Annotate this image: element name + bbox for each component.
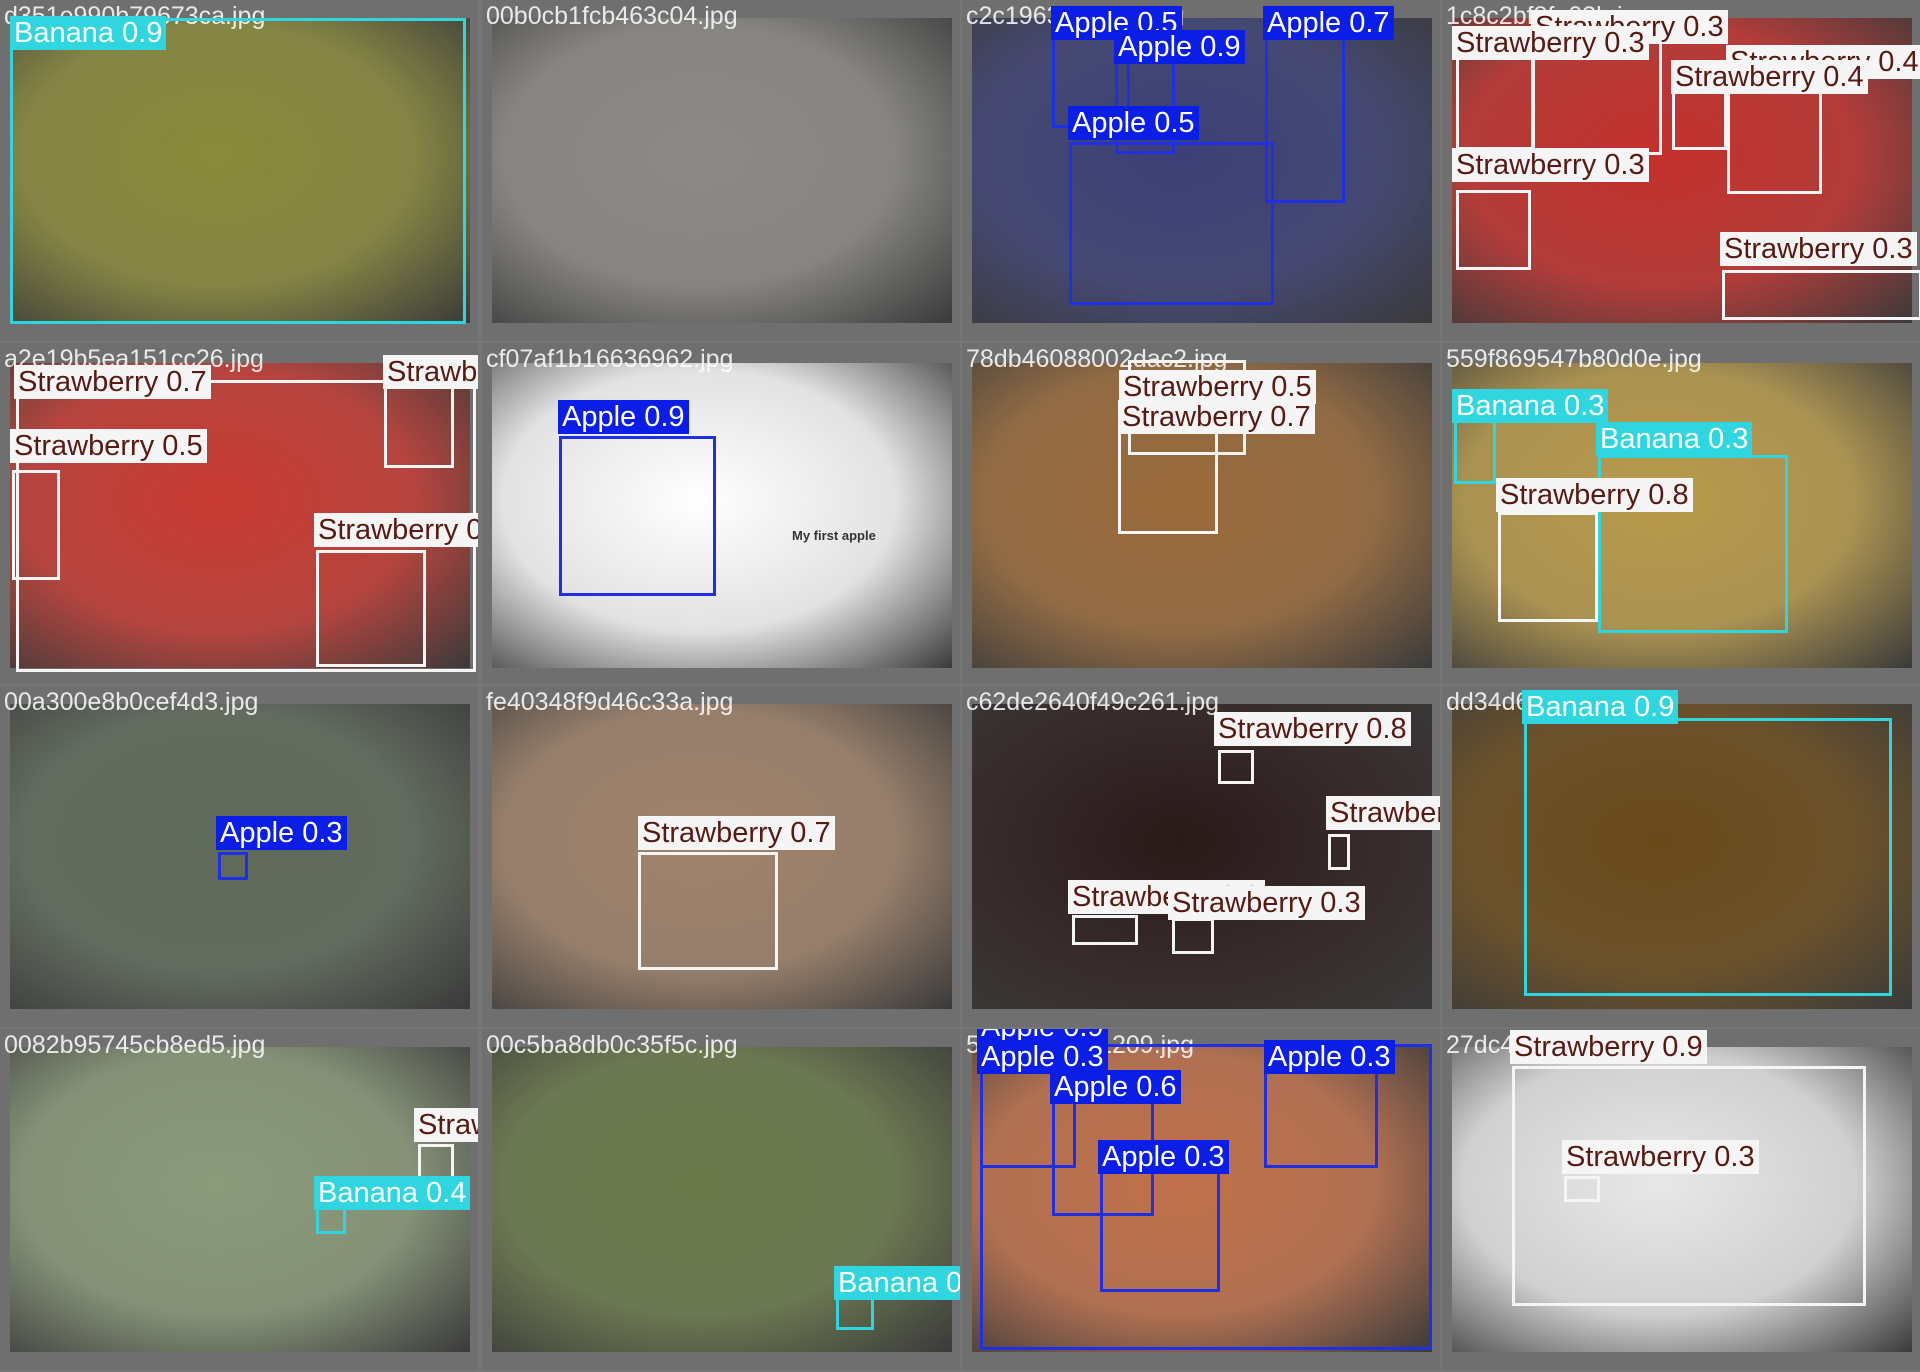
detection-label: Strawberry 0.3	[383, 355, 478, 389]
image-filename: cf07af1b16636962.jpg	[486, 345, 734, 373]
detection-box	[1524, 718, 1892, 996]
photo	[972, 704, 1432, 1009]
detection-label: Strawberry 0.7	[1118, 400, 1315, 434]
detection-box	[1072, 915, 1138, 945]
detection-label: Strawberry 0.3	[1452, 26, 1649, 60]
detection-label: Strawberry 0.3	[1562, 1140, 1759, 1174]
image-filename: 00b0cb1fcb463c04.jpg	[486, 2, 738, 30]
detection-label: Apple 0.7	[1263, 6, 1394, 40]
detection-label: Apple 0.3	[1098, 1140, 1229, 1174]
photo	[492, 18, 952, 323]
detection-box	[1328, 834, 1350, 870]
detection-box	[1564, 1176, 1600, 1202]
image-tile: 5d9b2a1f961209.jpgApple 0.9Apple 0.3Appl…	[962, 1029, 1440, 1370]
detection-label: Banana 0.4	[314, 1176, 471, 1210]
detection-label: Strawberry 0.8	[1496, 478, 1693, 512]
photo-caption: My first apple	[792, 528, 876, 543]
detection-label: Strawberry 0.3	[1168, 886, 1365, 920]
detection-label: Banana 0.9	[1522, 690, 1679, 724]
detection-box	[218, 852, 248, 880]
detection-label: Strawberry 0.9	[1510, 1030, 1707, 1064]
detection-label: Apple 0.9	[1114, 30, 1245, 64]
image-filename: 00c5ba8db0c35f5c.jpg	[486, 1031, 738, 1059]
detection-label: Banana 0.6	[834, 1266, 960, 1300]
image-tile: fe40348f9d46c33a.jpg Strawberry 0.7	[482, 686, 960, 1027]
detection-box	[1456, 190, 1531, 270]
detection-box	[559, 436, 716, 596]
detection-label: Strawberry 0.7	[638, 816, 835, 850]
image-filename: c62de2640f49c261.jpg	[966, 688, 1220, 716]
detection-box	[1454, 420, 1496, 484]
detection-box	[1100, 1162, 1220, 1292]
detection-label: Strawberry 0.5	[314, 513, 478, 547]
image-tile: 0082b95745cb8ed5.jpg Strawberry 0.3 Banana…	[0, 1029, 478, 1370]
detection-box	[1722, 270, 1920, 320]
detection-label: Banana 0.3	[1596, 422, 1753, 456]
image-filename: 00a300e8b0cef4d3.jpg	[4, 688, 259, 716]
photo	[492, 1047, 952, 1352]
detection-label: Apple 0.6	[1050, 1070, 1181, 1104]
image-tile: 00c5ba8db0c35f5c.jpg Banana 0.6	[482, 1029, 960, 1370]
detection-label: Apple 0.3	[977, 1040, 1108, 1074]
detection-box	[1069, 142, 1274, 305]
image-tile: d351e990b79673ca.jpgBanana 0.9	[0, 0, 478, 341]
image-tile: 00a300e8b0cef4d3.jpg Apple 0.3	[0, 686, 478, 1027]
image-filename: 559f869547b80d0e.jpg	[1446, 345, 1702, 373]
image-tile: a2e19b5ea151cc26.jpg Strawberry 0.7 Strawb…	[0, 343, 478, 684]
image-tile: My first apple cf07af1b16636962.jpg Apple …	[482, 343, 960, 684]
image-tile: 78db46088002dac2.jpg Strawberry 0.5 Strawb…	[962, 343, 1440, 684]
detection-label: Strawberry 0.5	[1119, 370, 1316, 404]
detection-label: Strawberry 0.3	[414, 1108, 478, 1142]
detection-label: Strawberry 0.7	[14, 365, 211, 399]
detection-box	[1498, 512, 1598, 622]
detection-label: Strawberry 0.3	[1720, 232, 1917, 266]
detection-box	[316, 550, 426, 667]
detection-label: Strawberry 0.3	[1452, 148, 1649, 182]
detection-box	[1218, 750, 1254, 784]
detection-label: Apple 0.3	[216, 816, 347, 850]
image-tile: dd34d6f0b2e3c.jpgBanana 0.9	[1442, 686, 1920, 1027]
detection-box	[638, 852, 778, 970]
detection-label: Strawberry 0.8	[1214, 712, 1411, 746]
image-tile: 1c8c2bf8fe03b.jpgStrawberry 0.3Strawberr…	[1442, 0, 1920, 341]
detection-label: Apple 0.3	[1264, 1040, 1395, 1074]
detection-box	[1264, 1064, 1378, 1168]
detection-grid: d351e990b79673ca.jpgBanana 0.9 00b0cb1fcb…	[0, 0, 1920, 1372]
image-filename: fe40348f9d46c33a.jpg	[486, 688, 734, 716]
detection-box	[12, 470, 60, 580]
image-tile: 559f869547b80d0e.jpg Banana 0.3 Banana 0.3…	[1442, 343, 1920, 684]
image-tile: c2c1963d1280b.jpgApple 0.5Apple 0.7Apple…	[962, 0, 1440, 341]
detection-label: Strawberry 0.6	[1326, 796, 1440, 830]
detection-label: Apple 0.5	[1068, 106, 1199, 140]
image-tile: 27dc4e1b8a0a2f.jpgStrawberry 0.9Strawber…	[1442, 1029, 1920, 1370]
detection-label: Banana 0.3	[1452, 389, 1609, 423]
detection-box	[1265, 18, 1345, 203]
detection-box	[1172, 918, 1214, 954]
image-tile: c62de2640f49c261.jpg Strawberry 0.8 Strawb…	[962, 686, 1440, 1027]
detection-label: Strawberry 0.4	[1671, 60, 1868, 94]
detection-box	[10, 18, 466, 324]
image-tile: 00b0cb1fcb463c04.jpg	[482, 0, 960, 341]
image-filename: 0082b95745cb8ed5.jpg	[4, 1031, 266, 1059]
detection-label: Apple 0.9	[558, 400, 689, 434]
detection-label: Banana 0.9	[10, 16, 167, 50]
detection-label: Strawberry 0.5	[10, 429, 207, 463]
detection-box	[418, 1144, 454, 1180]
